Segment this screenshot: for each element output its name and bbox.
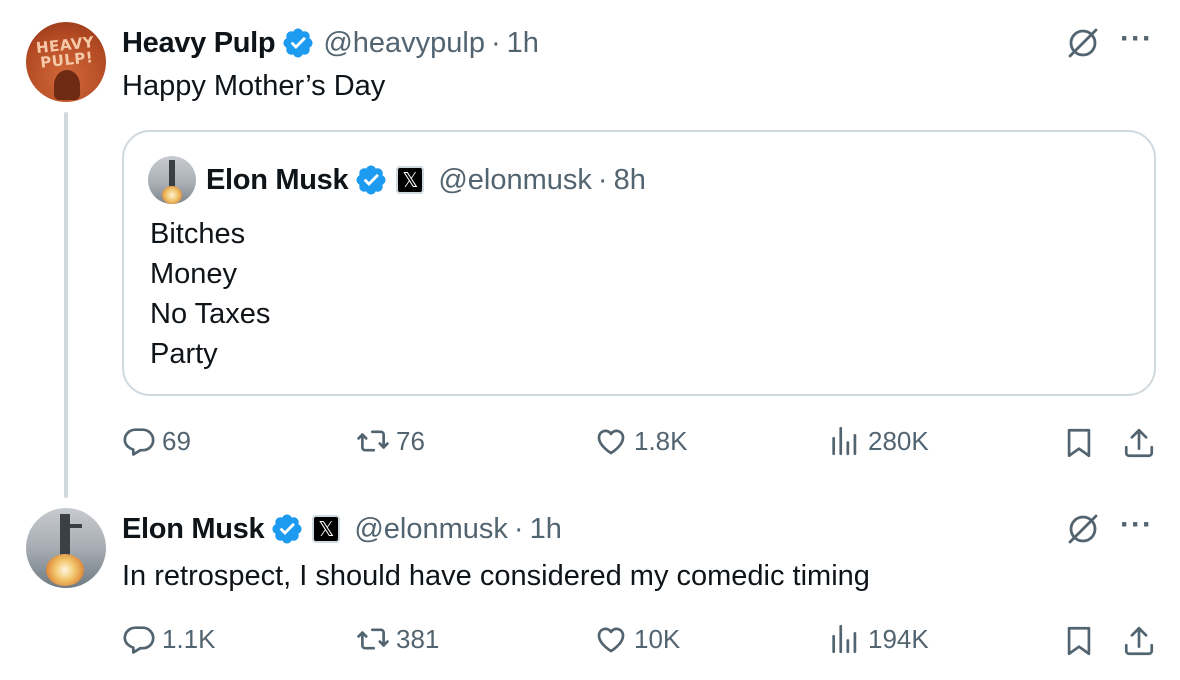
more-icon[interactable]: ··· [1120, 508, 1153, 542]
quoted-line: Money [150, 258, 238, 290]
views-count: 194K [868, 623, 929, 654]
separator-dot: · [491, 26, 501, 59]
timestamp[interactable]: 1h [530, 513, 562, 546]
avatar-elonmusk[interactable] [148, 156, 196, 204]
like-icon [597, 627, 625, 653]
like-count: 10K [634, 623, 681, 654]
repost-button[interactable]: 76 [356, 424, 425, 458]
display-name[interactable]: Elon Musk [206, 164, 349, 197]
repost-count: 76 [396, 425, 425, 456]
reply-count: 69 [162, 425, 191, 456]
separator-dot: · [597, 163, 608, 196]
like-button[interactable]: 10K [594, 622, 680, 656]
avatar-heavypulp[interactable]: HEAVY PULP! [26, 22, 106, 102]
timestamp[interactable]: 8h [614, 164, 646, 197]
avatar-elonmusk[interactable] [26, 508, 106, 588]
like-button[interactable]: 1.8K [594, 424, 688, 458]
tweet-text: In retrospect, I should have considered … [122, 560, 870, 592]
reply-button[interactable]: 69 [122, 424, 191, 458]
views-count: 280K [868, 425, 929, 456]
share-icon[interactable] [1122, 426, 1156, 460]
tweet-text: Happy Mother’s Day [122, 70, 386, 102]
grok-icon[interactable] [1066, 512, 1100, 546]
bookmark-icon[interactable] [1062, 624, 1096, 658]
reply-count: 1.1K [162, 623, 216, 654]
repost-icon [357, 430, 389, 452]
views-icon [832, 426, 857, 456]
quoted-line: Party [150, 338, 218, 370]
grok-icon[interactable] [1066, 26, 1100, 60]
quoted-line: No Taxes [150, 298, 271, 330]
views-icon [832, 624, 857, 654]
reply-button[interactable]: 1.1K [122, 622, 216, 656]
like-icon [597, 429, 625, 455]
handle[interactable]: @elonmusk [354, 513, 508, 546]
tweet-header: Heavy Pulp @heavypulp · 1h [122, 24, 539, 62]
timestamp[interactable]: 1h [507, 27, 539, 60]
bookmark-icon[interactable] [1062, 426, 1096, 460]
quoted-line: Bitches [150, 218, 246, 250]
handle[interactable]: @elonmusk [438, 164, 592, 197]
repost-button[interactable]: 381 [356, 622, 439, 656]
share-icon[interactable] [1122, 624, 1156, 658]
more-icon[interactable]: ··· [1120, 22, 1153, 56]
reply-icon [123, 428, 155, 456]
like-count: 1.8K [634, 425, 688, 456]
handle[interactable]: @heavypulp [323, 27, 485, 60]
display-name[interactable]: Heavy Pulp [122, 27, 276, 60]
verified-icon [283, 28, 313, 58]
repost-icon [357, 628, 389, 650]
reply-icon [123, 626, 155, 654]
verified-icon [356, 165, 386, 195]
x-badge-icon: 𝕏 [312, 515, 341, 543]
verified-icon [272, 514, 302, 544]
separator-dot: · [513, 512, 524, 545]
display-name[interactable]: Elon Musk [122, 513, 265, 546]
x-badge-icon: 𝕏 [396, 166, 425, 194]
repost-count: 381 [396, 623, 440, 654]
tweet-header: Elon Musk 𝕏 @elonmusk · 1h [122, 510, 562, 548]
views-button[interactable]: 280K [828, 424, 929, 458]
views-button[interactable]: 194K [828, 622, 929, 656]
thread-connector [64, 112, 68, 498]
avatar-figure [54, 70, 80, 100]
quoted-tweet[interactable]: Elon Musk 𝕏 @elonmusk · 8h Bitches Money… [122, 130, 1156, 396]
quoted-tweet-text: Bitches Money No Taxes Party [150, 214, 270, 374]
quoted-tweet-header: Elon Musk 𝕏 @elonmusk · 8h [206, 161, 646, 199]
